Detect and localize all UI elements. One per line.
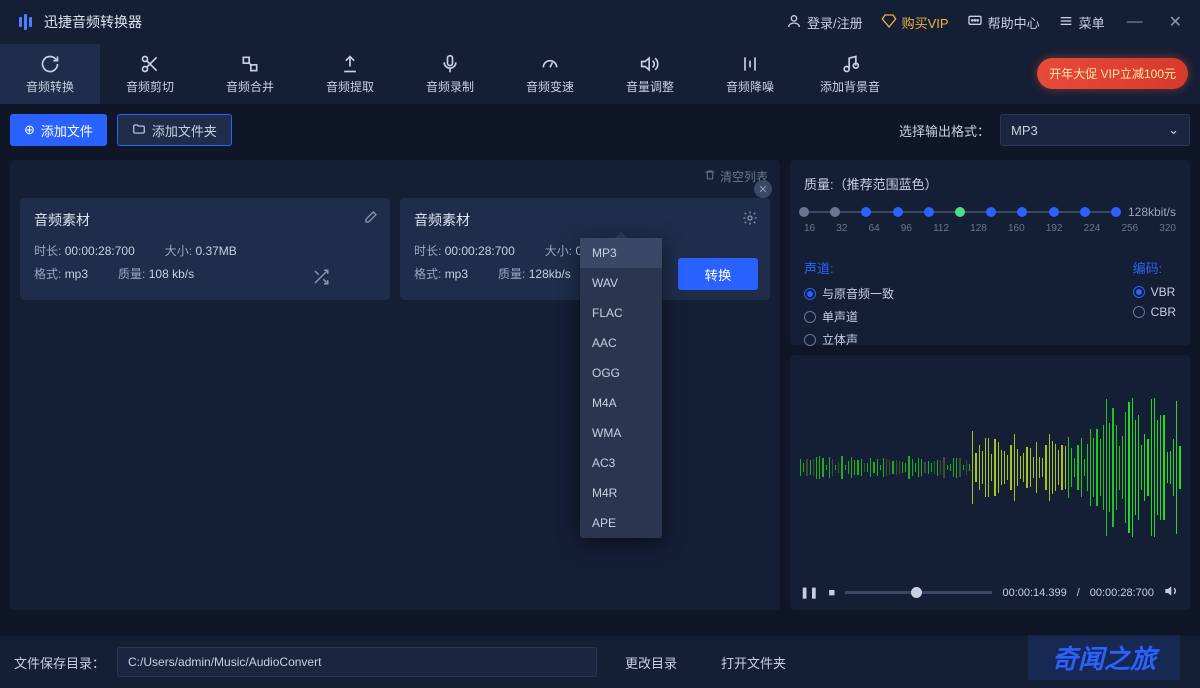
bitrate-value: 128kbit/s [1128,205,1176,219]
progress-slider[interactable] [845,591,992,594]
format-option-ape[interactable]: APE [580,508,662,538]
buy-vip-button[interactable]: 购买VIP [881,13,949,32]
tab-merge[interactable]: 音频合并 [200,44,300,104]
music-icon [840,54,860,74]
save-dir-label: 文件保存目录： [14,653,105,672]
trash-icon [704,169,716,184]
promo-badge[interactable]: 开年大促 VIP立减100元 [1037,58,1188,89]
card-title: 音频素材 [414,210,756,230]
refresh-icon [40,54,60,74]
stop-button[interactable]: ■ [828,587,835,599]
card-title: 音频素材 [34,210,376,230]
main-tabs: 音频转换 音频剪切 音频合并 音频提取 音频录制 音频变速 音量调整 音频降噪 … [0,44,1200,104]
login-button[interactable]: 登录/注册 [786,13,863,32]
channel-option[interactable]: 立体声 [804,331,894,348]
gear-icon[interactable] [742,210,758,229]
tab-denoise[interactable]: 音频降噪 [700,44,800,104]
format-option-wma[interactable]: WMA [580,418,662,448]
equalizer-icon [740,54,760,74]
encode-option[interactable]: CBR [1133,305,1176,319]
mic-icon [440,54,460,74]
hamburger-icon [1058,13,1074,32]
format-option-aac[interactable]: AAC [580,328,662,358]
output-format-select[interactable]: MP3 ⌄ [1000,114,1190,146]
app-title: 迅捷音频转换器 [44,12,142,32]
speaker-icon [640,54,660,74]
quality-title: 质量:（推荐范围蓝色） [804,174,1176,193]
tab-volume[interactable]: 音量调整 [600,44,700,104]
chevron-down-icon: ⌄ [1168,122,1179,138]
channel-option[interactable]: 单声道 [804,308,894,325]
waveform-display [800,365,1180,570]
folder-icon [132,122,146,139]
channel-label: 声道: [804,258,894,277]
source-file-card: 音频素材 时长: 00:00:28:700 大小: 0.37MB 格式: mp3… [20,198,390,300]
format-option-flac[interactable]: FLAC [580,298,662,328]
add-file-button[interactable]: ⊕ 添加文件 [10,114,107,146]
convert-button[interactable]: 转换 [678,258,758,290]
help-button[interactable]: 帮助中心 [967,13,1040,32]
edit-icon[interactable] [362,210,378,229]
volume-icon[interactable] [1164,583,1180,602]
format-option-mp3[interactable]: MP3 [580,238,662,268]
tab-bgm[interactable]: 添加背景音 [800,44,900,104]
user-icon [786,13,802,32]
tab-convert[interactable]: 音频转换 [0,44,100,104]
watermark: 奇闻之旅 [1028,635,1180,680]
tab-extract[interactable]: 音频提取 [300,44,400,104]
upload-icon [340,54,360,74]
format-option-m4r[interactable]: M4R [580,478,662,508]
remove-card-button[interactable]: ✕ [754,180,772,198]
plus-circle-icon: ⊕ [24,122,35,138]
menu-button[interactable]: 菜单 [1058,13,1105,32]
tab-speed[interactable]: 音频变速 [500,44,600,104]
diamond-icon [881,13,897,32]
shuffle-icon [312,268,330,289]
tab-record[interactable]: 音频录制 [400,44,500,104]
chat-icon [967,13,983,32]
logo-icon [14,11,36,33]
open-folder-button[interactable]: 打开文件夹 [705,647,802,677]
time-current: 00:00:14.399 [1002,587,1066,599]
merge-icon [240,54,260,74]
channel-option[interactable]: 与原音频一致 [804,285,894,302]
app-logo: 迅捷音频转换器 [14,11,142,33]
add-folder-button[interactable]: 添加文件夹 [117,114,232,146]
change-dir-button[interactable]: 更改目录 [609,647,693,677]
format-option-m4a[interactable]: M4A [580,388,662,418]
tab-cut[interactable]: 音频剪切 [100,44,200,104]
format-option-ogg[interactable]: OGG [580,358,662,388]
encode-option[interactable]: VBR [1133,285,1176,299]
save-path-input[interactable] [117,647,597,677]
encode-label: 编码: [1133,258,1176,277]
time-total: 00:00:28:700 [1090,587,1154,599]
pause-button[interactable]: ❚❚ [800,586,818,599]
scissors-icon [140,54,160,74]
quality-slider[interactable]: 128kbit/s [804,205,1176,219]
format-dropdown: MP3WAVFLACAACOGGM4AWMAAC3M4RAPE [580,238,662,538]
minimize-button[interactable]: — [1123,13,1147,31]
close-button[interactable]: ✕ [1165,12,1186,32]
output-format-label: 选择输出格式： [899,121,990,140]
format-option-ac3[interactable]: AC3 [580,448,662,478]
format-option-wav[interactable]: WAV [580,268,662,298]
speedometer-icon [540,54,560,74]
